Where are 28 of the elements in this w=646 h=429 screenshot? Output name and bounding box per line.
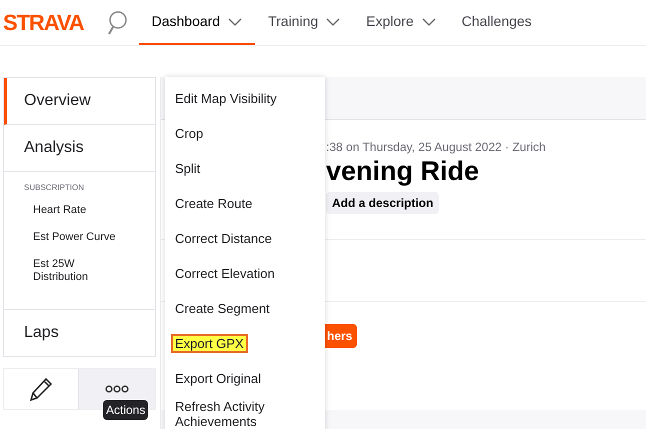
sidebar-subitem[interactable]: Heart Rate <box>4 204 155 217</box>
search-icon[interactable] <box>106 10 128 36</box>
menu-item[interactable]: Correct Distance <box>173 231 284 246</box>
sidebar-tab[interactable]: Analysis <box>4 125 155 172</box>
menu-item[interactable]: Export Original <box>173 371 273 386</box>
pencil-icon <box>29 377 53 401</box>
nav-tab[interactable]: Training <box>255 0 354 45</box>
menu-item[interactable]: Export GPX <box>173 336 246 351</box>
nav-tab[interactable]: Explore <box>353 0 449 45</box>
sidebar-tab[interactable]: Overview <box>4 78 155 125</box>
sidebar-tab[interactable]: Laps <box>4 310 155 356</box>
menu-item[interactable]: Edit Map Visibility <box>173 91 289 106</box>
actions-tooltip: Actions <box>103 400 148 420</box>
menu-item[interactable]: Create Route <box>173 196 264 211</box>
activity-date: :38 on Thursday, 25 August 2022 · Zurich <box>326 140 547 154</box>
menu-item[interactable]: Correct Elevation <box>173 266 287 281</box>
more-icon <box>105 385 129 393</box>
nav-tab[interactable]: Challenges <box>448 0 545 45</box>
menu-item[interactable]: Create Segment <box>173 301 282 316</box>
activity-title: vening Ride <box>326 155 480 188</box>
menu-item[interactable]: Crop <box>173 126 216 141</box>
sidebar-subitem[interactable]: Est 25W Distribution <box>4 258 155 284</box>
sidebar-subitem[interactable]: Est Power Curve <box>4 231 155 244</box>
add-description-button[interactable]: Add a description <box>326 192 440 214</box>
menu-item[interactable]: Split <box>173 161 212 176</box>
section-title: SUBSCRIPTION <box>23 182 86 194</box>
nav-tab[interactable]: Dashboard <box>138 0 256 45</box>
menu-item[interactable]: Refresh Activity Achievements <box>173 398 325 428</box>
